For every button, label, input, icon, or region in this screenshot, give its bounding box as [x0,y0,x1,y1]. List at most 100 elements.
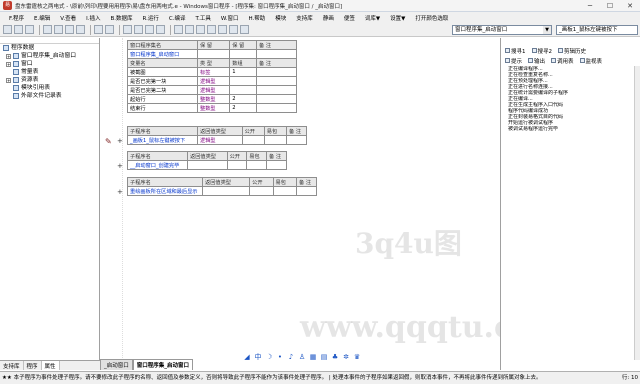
table-cell[interactable] [286,135,307,145]
var-type-cell[interactable]: 标签 [196,67,231,77]
call-stack-tab[interactable]: 调用表 [551,57,574,65]
music-icon[interactable]: ♪ [287,353,295,361]
menu-run[interactable]: R.运行 [137,14,163,22]
tab-support-lib[interactable]: 支持库 [0,361,24,370]
table-row[interactable]: 起始行 整数型 2 [127,94,297,104]
tree-item-expander[interactable]: + [6,77,11,83]
var-type-cell[interactable]: 整数型 [196,103,231,113]
find-icon[interactable] [123,25,132,34]
save-icon[interactable] [25,25,34,34]
table-row[interactable]: 是否已完第二块 逻辑型 [127,85,297,95]
shirt-icon[interactable]: ♣ [331,353,339,361]
table-row[interactable]: 被截图 标签 1 [127,67,297,77]
step-over-icon[interactable] [207,25,216,34]
menu-view[interactable]: V.查看 [55,14,81,22]
moon-icon[interactable]: ☽ [265,353,273,361]
tree-root[interactable]: 程序数据 [0,44,99,52]
expand-subroutine-button[interactable]: + [117,188,123,196]
person-icon[interactable]: ♙ [298,353,306,361]
breakpoint-icon[interactable] [218,25,227,34]
replace-icon[interactable] [134,25,143,34]
menu-module[interactable]: 模块 [270,14,291,22]
delete-icon[interactable] [76,25,85,34]
tree-item-window[interactable]: + 窗口 [0,60,99,68]
tree-item-assembly[interactable]: + 窗口程序集_启动窗口 [0,52,99,60]
table-cell[interactable] [187,160,228,170]
redo-icon[interactable] [105,25,114,34]
var-array-cell[interactable]: 2 [229,103,257,113]
minimize-button[interactable]: ─ [580,0,600,12]
tree-item-external-files[interactable]: 外部文件记录表 [0,92,99,100]
method-selector[interactable]: _画板1_鼠标左键被按下 [556,25,638,35]
chevron-down-icon[interactable]: ▼ [543,26,551,34]
var-array-cell[interactable] [229,76,257,86]
menu-settings[interactable]: 设置▼ [385,14,410,22]
var-array-cell[interactable] [229,85,257,95]
menu-edit[interactable]: E.编辑 [29,14,55,22]
var-name-cell[interactable]: 是否已完第二块 [127,85,198,95]
package-icon[interactable] [240,25,249,34]
output-tab[interactable]: 输出 [528,57,545,65]
table-cell[interactable] [256,67,297,77]
subroutine-name-cell[interactable]: 重绘画板所在区域和最后显示 [127,186,203,196]
copy-icon[interactable] [54,25,63,34]
menu-compile[interactable]: C.编译 [164,14,191,22]
settings-icon[interactable]: ✲ [342,353,350,361]
step-icon[interactable] [196,25,205,34]
table-cell[interactable] [272,186,298,196]
output-log[interactable]: 正在编译程序... 正在检查重复名称... 正在预处理程序... 正在进行名称连… [508,66,636,132]
undo-icon[interactable] [94,25,103,34]
table-cell[interactable] [249,186,274,196]
var-name-cell[interactable]: 被截图 [127,67,198,77]
tree-item-constants[interactable]: 常量表 [0,68,99,76]
menu-note[interactable]: 便签 [339,14,360,22]
menu-tools[interactable]: T.工具 [190,14,215,22]
tab-window-design[interactable]: _启动窗口 [100,359,133,370]
compile-icon[interactable] [229,25,238,34]
menu-help[interactable]: H.帮助 [243,14,270,22]
table-cell[interactable] [196,49,231,59]
table-cell[interactable] [266,160,287,170]
tab-assembly-code[interactable]: 窗口程序集_启动窗口 [132,359,194,370]
table-cell[interactable] [256,94,297,104]
menu-window[interactable]: W.窗口 [216,14,244,22]
cut-icon[interactable] [43,25,52,34]
comment-icon[interactable] [156,25,165,34]
table-cell[interactable] [263,135,288,145]
table-cell[interactable] [229,49,257,59]
tree-item-module-refs[interactable]: 模块引用表 [0,84,99,92]
var-type-cell[interactable]: 整数型 [196,94,231,104]
tab-program[interactable]: 程序 [24,361,42,370]
close-button[interactable]: ✕ [620,0,640,12]
run-icon[interactable] [174,25,183,34]
table-cell[interactable] [256,103,297,113]
table-cell[interactable] [226,160,248,170]
search2-button[interactable]: 搜寻2 [531,47,552,55]
table-cell[interactable] [201,186,251,196]
menu-lexicon[interactable]: 词库▼ [360,14,385,22]
tree-item-expander[interactable]: + [6,61,11,67]
table-cell[interactable] [256,76,297,86]
tree-item-expander[interactable]: + [6,53,11,59]
watch-tab[interactable]: 监视表 [579,57,602,65]
maximize-button[interactable]: ☐ [600,0,620,12]
output-scrollbar[interactable] [634,66,640,360]
new-file-icon[interactable] [3,25,12,34]
table-cell[interactable] [241,135,265,145]
menu-color-picker[interactable]: 打开颜色选取 [410,14,453,22]
var-array-cell[interactable]: 1 [229,67,257,77]
return-type-cell[interactable]: 逻辑型 [197,135,243,145]
table-cell[interactable] [296,186,317,196]
open-file-icon[interactable] [14,25,23,34]
expand-subroutine-button[interactable]: + [117,162,123,170]
table-row[interactable]: 是否已完第一块 逻辑型 [127,76,297,86]
subroutine-name-cell[interactable]: _画板1_鼠标左键被按下 [127,135,198,145]
hint-tab[interactable]: 提示 [505,57,522,65]
table-cell[interactable] [256,85,297,95]
var-name-cell[interactable]: 是否已完第一块 [127,76,198,86]
var-type-cell[interactable]: 逻辑型 [196,76,231,86]
chinese-input-icon[interactable]: 中 [254,352,262,362]
menu-static[interactable]: 静画 [318,14,339,22]
grid-icon[interactable]: ▤ [320,353,328,361]
stop-icon[interactable] [185,25,194,34]
